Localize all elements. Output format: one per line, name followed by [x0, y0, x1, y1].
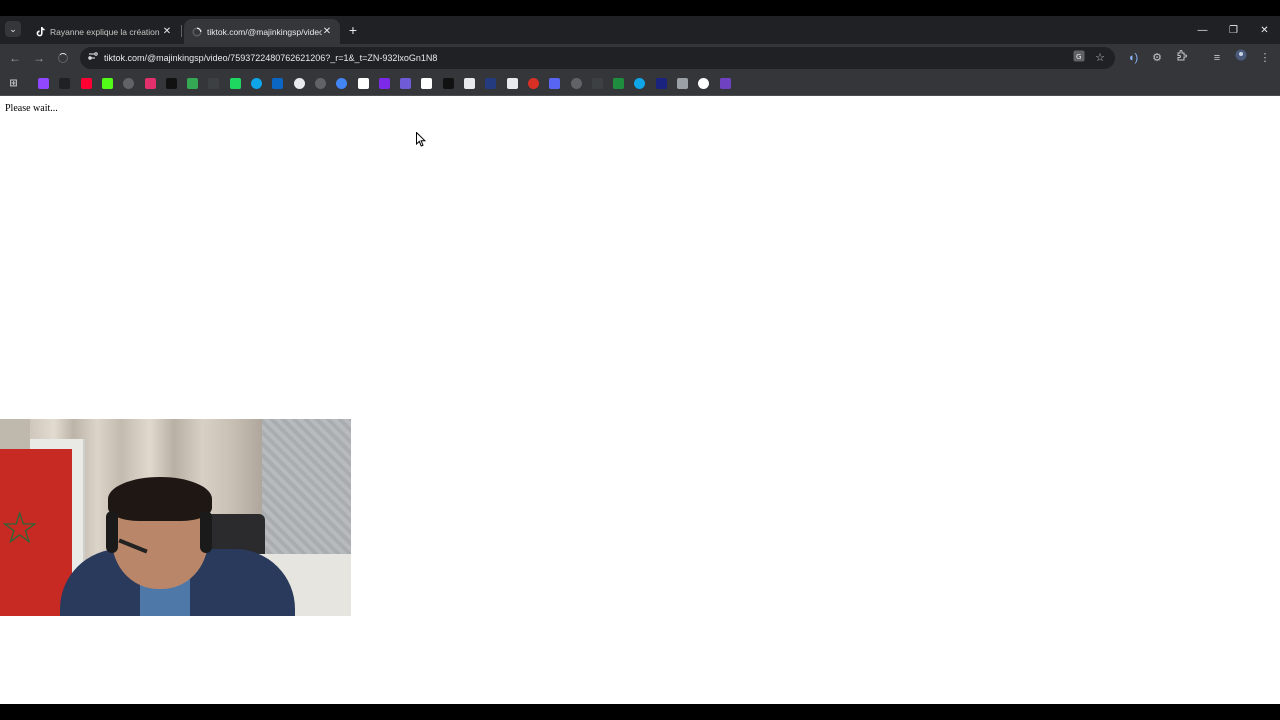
minimize-button[interactable]: —	[1187, 16, 1218, 44]
text-logo-icon[interactable]	[208, 78, 219, 89]
flag-star-icon: ☆	[0, 504, 40, 553]
close-window-button[interactable]: ✕	[1249, 16, 1280, 44]
browser-window: ⌄ Rayanne explique la création de ✕ tikt…	[0, 16, 1280, 704]
window-controls: — ❐ ✕	[1187, 16, 1280, 44]
menu-kebab-icon[interactable]: ⋮	[1256, 49, 1274, 67]
chat-square-icon[interactable]	[720, 78, 731, 89]
globe-icon[interactable]	[123, 78, 134, 89]
address-bar[interactable]: tiktok.com/@majinkingsp/video/7593722480…	[80, 47, 1115, 69]
x-icon[interactable]	[59, 78, 70, 89]
apps-grid-icon[interactable]: ⊞	[8, 78, 19, 89]
bookmark-star-icon[interactable]: ☆	[1092, 50, 1108, 66]
close-icon[interactable]: ✕	[322, 26, 332, 37]
forward-button[interactable]: →	[30, 49, 48, 67]
openai-icon[interactable]	[315, 78, 326, 89]
bottom-letterbox	[0, 704, 1280, 720]
paypal-icon[interactable]	[485, 78, 496, 89]
tab-separator	[181, 25, 182, 37]
svg-text:G: G	[1076, 53, 1081, 61]
sparkle-icon[interactable]	[507, 78, 518, 89]
tab-inactive[interactable]: Rayanne explique la création de ✕	[27, 19, 180, 44]
linkedin-icon[interactable]	[272, 78, 283, 89]
tab-search-button[interactable]: ⌄	[5, 21, 21, 37]
info-icon[interactable]	[294, 78, 305, 89]
terminal-icon[interactable]	[613, 78, 624, 89]
edge-alt-icon[interactable]	[634, 78, 645, 89]
top-letterbox	[0, 0, 1280, 16]
new-tab-button[interactable]: +	[345, 22, 361, 38]
webcam-person-hair	[108, 477, 212, 521]
read-aloud-icon[interactable]: ◖)	[1124, 49, 1142, 67]
back-arrow-icon: ←	[9, 51, 21, 65]
tab-active[interactable]: tiktok.com/@majinkingsp/video ✕	[184, 19, 340, 44]
kick-icon[interactable]	[102, 78, 113, 89]
google-icon[interactable]	[336, 78, 347, 89]
profile-avatar-icon[interactable]	[1232, 49, 1250, 67]
notion-icon[interactable]	[421, 78, 432, 89]
toolbar: ← → tiktok.com/@majinkingsp/video/759372…	[0, 44, 1280, 72]
loading-icon	[192, 27, 202, 37]
webcam-overlay: ☆	[0, 419, 351, 616]
back-button[interactable]: ←	[6, 49, 24, 67]
translate-icon[interactable]: G	[1071, 50, 1087, 66]
chat-bubble-icon[interactable]	[549, 78, 560, 89]
site-info-icon[interactable]	[86, 51, 100, 65]
stack-icon[interactable]	[677, 78, 688, 89]
tiktok-icon	[35, 26, 45, 37]
page-content: Please wait... ☆	[0, 96, 1280, 704]
edge-icon[interactable]	[251, 78, 262, 89]
headset-left-icon	[106, 511, 118, 553]
canva-icon[interactable]	[379, 78, 390, 89]
youtube-icon[interactable]	[81, 78, 92, 89]
close-icon[interactable]: ✕	[162, 26, 172, 37]
chat-icon[interactable]	[230, 78, 241, 89]
loading-message: Please wait...	[5, 103, 58, 114]
camera-icon[interactable]	[358, 78, 369, 89]
bookmarks-bar: ⊞	[0, 72, 1280, 96]
forward-arrow-icon: →	[33, 51, 45, 65]
stop-loading-button[interactable]	[54, 49, 72, 67]
gamepad-icon[interactable]	[187, 78, 198, 89]
twitch-icon[interactable]	[38, 78, 49, 89]
tab-title: Rayanne explique la création de	[50, 26, 162, 37]
tiktok-icon[interactable]	[166, 78, 177, 89]
image-icon[interactable]	[656, 78, 667, 89]
mouse-cursor-icon	[416, 132, 426, 147]
extensions-icon[interactable]	[1172, 49, 1190, 67]
tab-title: tiktok.com/@majinkingsp/video	[207, 26, 322, 37]
tab-strip: ⌄ Rayanne explique la création de ✕ tikt…	[0, 16, 1280, 44]
loading-spinner-icon	[58, 53, 68, 63]
shield-icon[interactable]	[592, 78, 603, 89]
chevron-down-icon: ⌄	[9, 23, 17, 34]
red-dot-icon[interactable]	[528, 78, 539, 89]
media-controls-icon[interactable]: ≡	[1208, 49, 1226, 67]
dots-icon[interactable]	[464, 78, 475, 89]
restore-button[interactable]: ❐	[1218, 16, 1249, 44]
record-icon[interactable]	[698, 78, 709, 89]
headset-right-icon	[200, 511, 212, 553]
globe-alt-icon[interactable]	[571, 78, 582, 89]
extension-puzzle-alt-icon[interactable]: ⚙	[1148, 49, 1166, 67]
instagram-icon[interactable]	[145, 78, 156, 89]
url-text[interactable]: tiktok.com/@majinkingsp/video/7593722480…	[104, 51, 437, 65]
sl-icon[interactable]	[400, 78, 411, 89]
capcut-icon[interactable]	[443, 78, 454, 89]
